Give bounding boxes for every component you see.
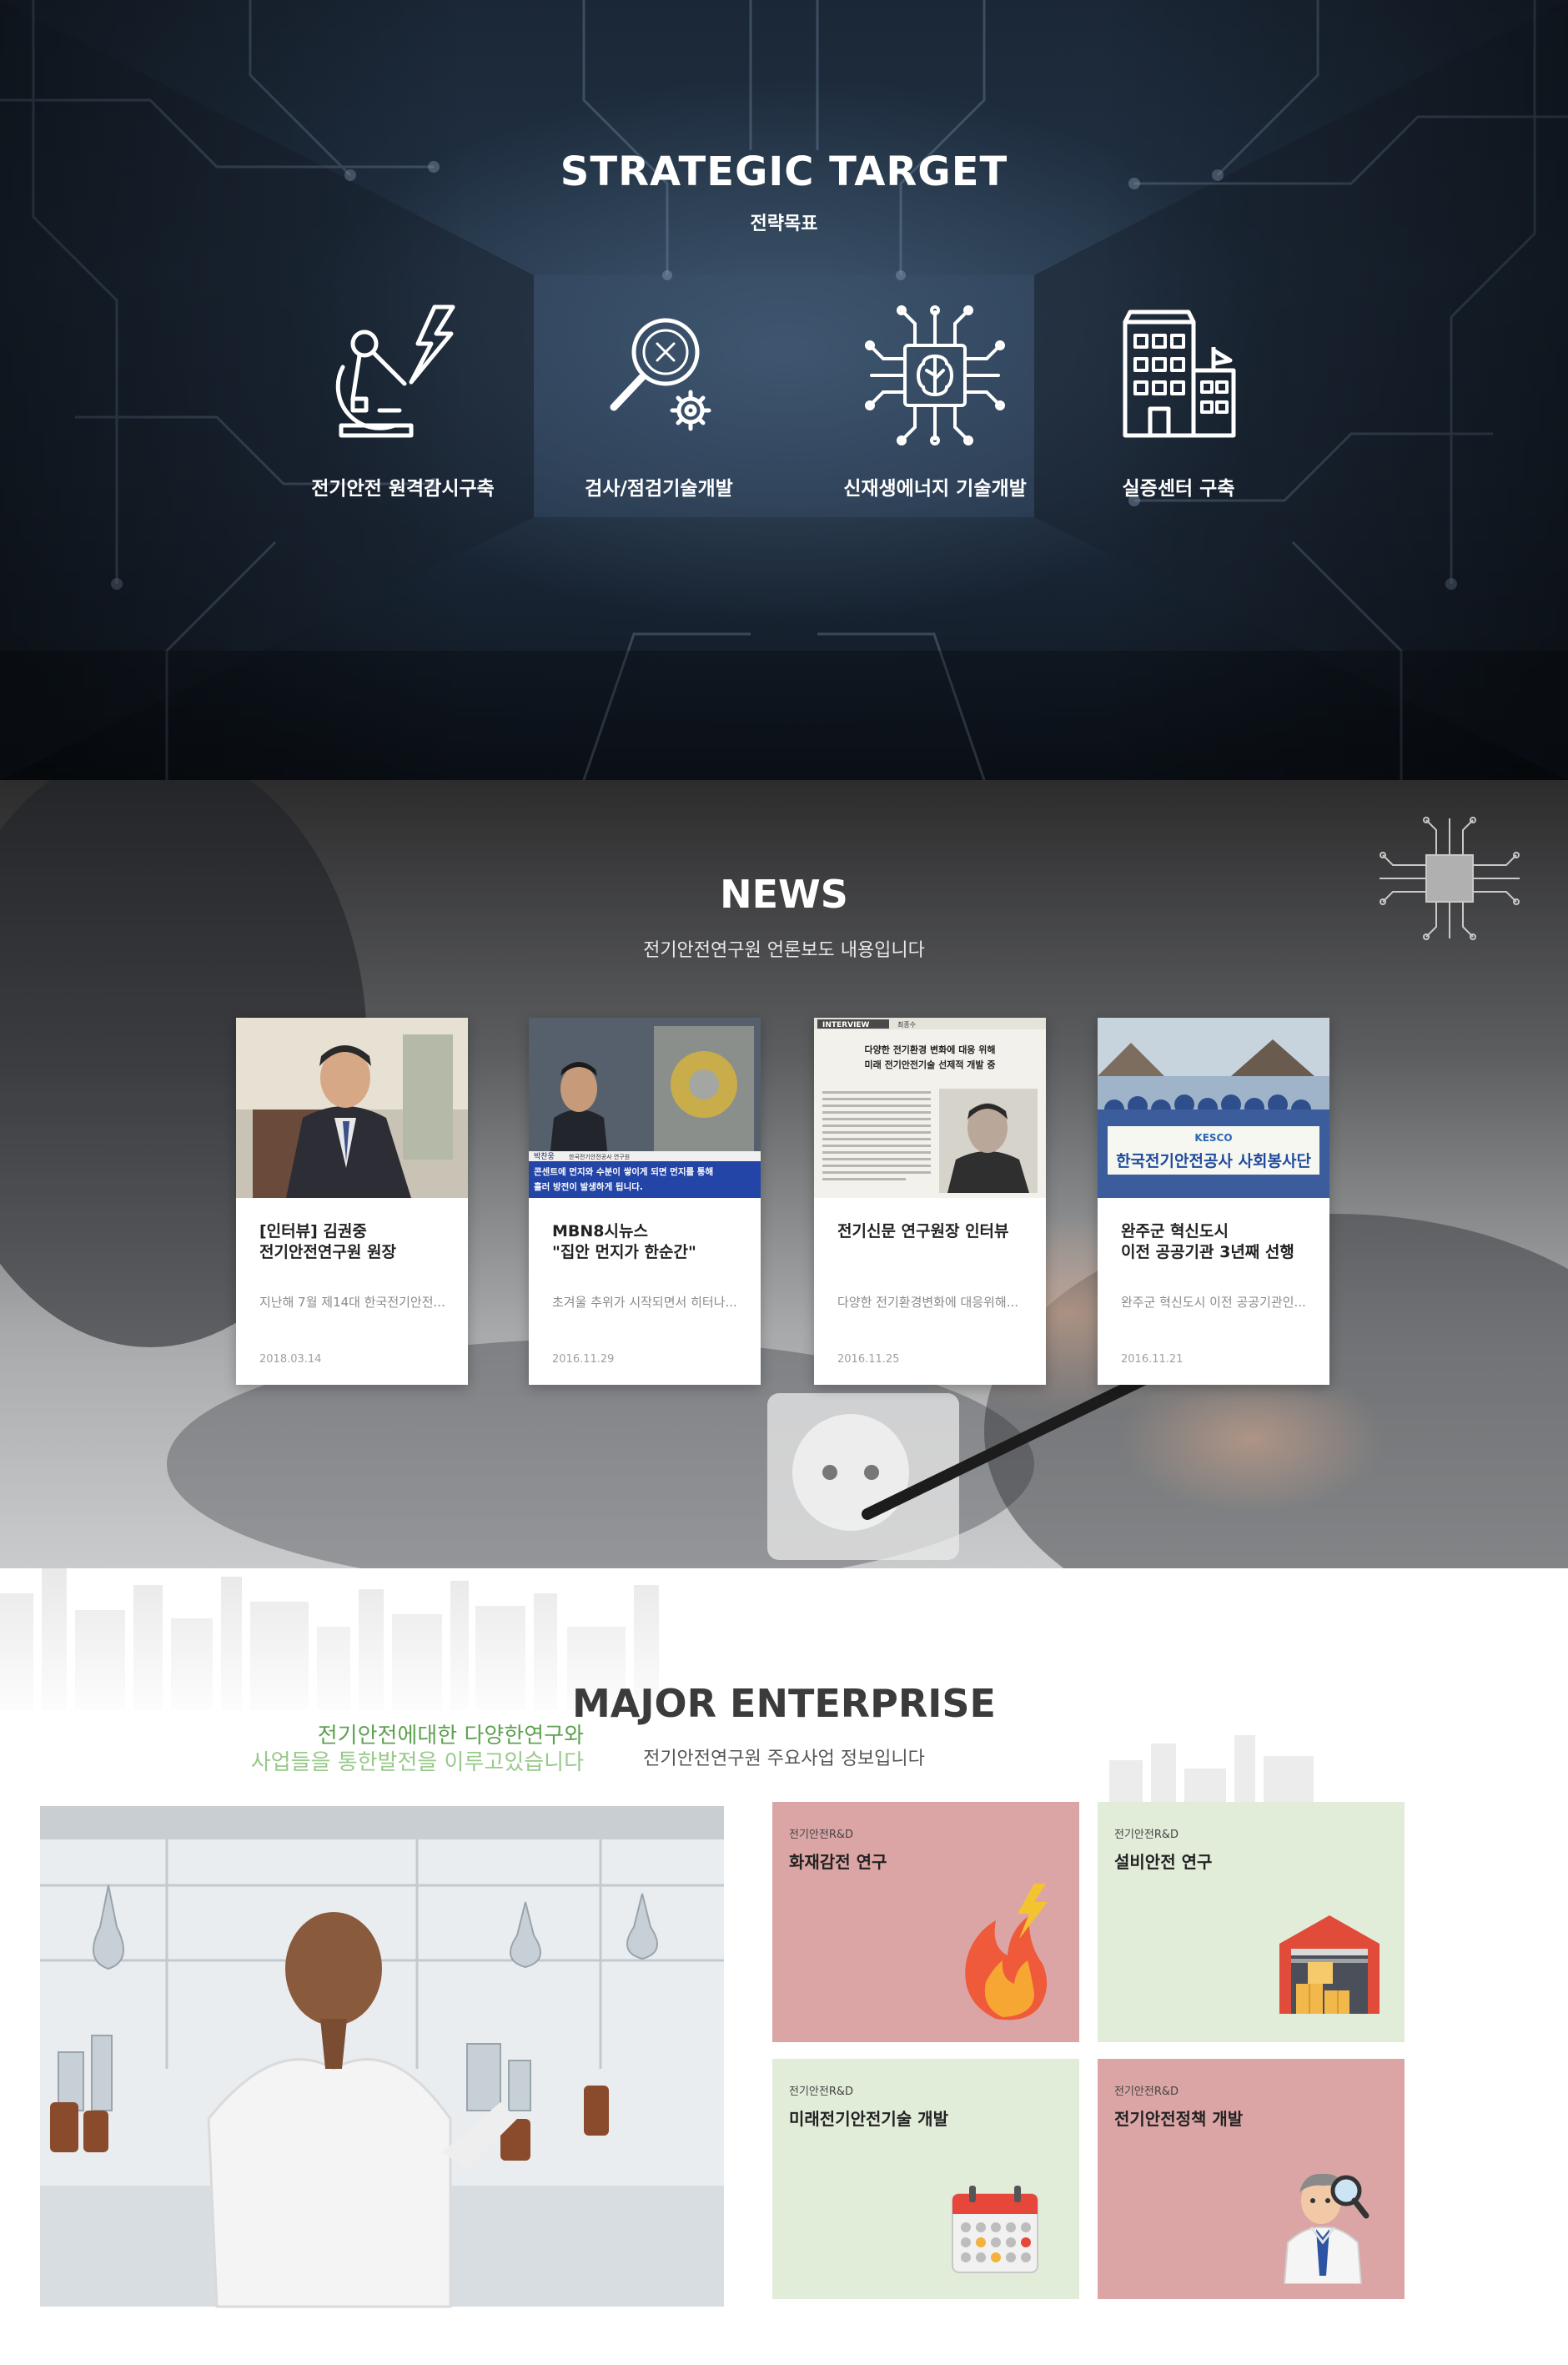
- enterprise-card-fire[interactable]: 전기안전R&D 화재감전 연구: [772, 1802, 1079, 2042]
- target-item-label: 신재생에너지 기술개발: [843, 478, 1027, 500]
- thumb-banner: 한국전기안전공사 사회봉사단: [1116, 1152, 1311, 1170]
- section-subtitle: 전기안전연구원 주요사업 정보입니다: [643, 1749, 925, 1769]
- target-item-label: 전기안전 원격감시구축: [311, 478, 495, 500]
- news-excerpt: 다양한 전기환경변화에 대응위해...: [837, 1295, 1019, 1310]
- microscope-lightning-icon: [335, 304, 455, 438]
- news-title: [인터뷰] 김권중 전기안전연구원 원장: [259, 1222, 396, 1261]
- enterprise-card-policy[interactable]: 전기안전R&D 전기안전정책 개발: [1098, 2059, 1405, 2299]
- card-category: 전기안전R&D: [789, 1829, 854, 1841]
- card-title: 설비안전 연구: [1114, 1852, 1213, 1872]
- section-title: NEWS: [720, 872, 848, 917]
- section-subtitle: 전기안전연구원 언론보도 내용입니다: [643, 940, 925, 961]
- card-title: 전기안전정책 개발: [1114, 2109, 1244, 2129]
- target-item-remote-monitoring: 전기안전 원격감시구축: [278, 300, 528, 501]
- fire-lightning-icon: [965, 1884, 1048, 2020]
- news-date: 2016.11.29: [552, 1353, 615, 1366]
- news-title: 완주군 혁신도시 이전 공공기관 3년째 선행: [1121, 1222, 1294, 1261]
- circuit-background: [0, 0, 1568, 780]
- strategic-target-section: STRATEGIC TARGET 전략목표 전기안전 원격감시구축 검사/점검기…: [0, 0, 1568, 780]
- news-title: 전기신문 연구원장 인터뷰: [837, 1222, 1009, 1240]
- warehouse-icon: [1279, 1915, 1380, 2014]
- section-subtitle: 전략목표: [750, 214, 818, 234]
- target-item-renewable: 신재생에너지 기술개발: [810, 300, 1060, 501]
- thumb-caption-org: 한국전기안전공사 연구원: [569, 1153, 630, 1160]
- major-enterprise-section: 전기안전에대한 다양한연구와 사업들을 통한발전을 이루고있습니다 MAJOR …: [0, 1568, 1568, 2365]
- thumb-headline: 미래 전기안전기술 선제적 개발 중: [865, 1059, 996, 1070]
- thumb-tag: INTERVIEW: [822, 1021, 870, 1029]
- card-title: 미래전기안전기술 개발: [789, 2109, 948, 2129]
- news-card[interactable]: [인터뷰] 김권중 전기안전연구원 원장 지난해 7월 제14대 한국전기안전.…: [236, 1018, 468, 1385]
- target-item-test-center: 실증센터 구축: [1053, 300, 1304, 501]
- thumb-caption-name: 박찬웅: [534, 1152, 555, 1161]
- news-thumbnail: 박찬웅 한국전기안전공사 연구원 콘센트에 먼지와 수분이 쌓이게 되면 먼지를…: [529, 1018, 761, 1198]
- target-item-inspection: 검사/점검기술개발: [534, 300, 784, 501]
- brain-chip-icon: [865, 305, 1005, 445]
- enterprise-card-future-tech[interactable]: 전기안전R&D 미래전기안전기술 개발: [772, 2059, 1079, 2299]
- thumb-name: 최종수: [897, 1020, 916, 1029]
- card-category: 전기안전R&D: [1114, 2086, 1179, 2098]
- news-excerpt: 초겨울 추위가 시작되면서 히터나...: [552, 1295, 737, 1310]
- thumb-logo: KESCO: [1194, 1132, 1232, 1144]
- news-thumbnail: KESCO 한국전기안전공사 사회봉사단: [1098, 1018, 1329, 1198]
- enterprise-card-facility[interactable]: 전기안전R&D 설비안전 연구: [1098, 1802, 1405, 2042]
- building-icon: [1123, 309, 1236, 438]
- news-thumbnail: [236, 1018, 468, 1198]
- magnifier-gear-icon: [610, 318, 711, 431]
- card-title: 화재감전 연구: [789, 1852, 887, 1872]
- news-excerpt: 완주군 혁신도시 이전 공공기관인...: [1121, 1295, 1306, 1310]
- inspector-icon: [1283, 2173, 1369, 2284]
- news-thumbnail: INTERVIEW 최종수 다양한 전기환경 변화에 대응 위해 미래 전기안전…: [814, 1018, 1046, 1198]
- card-category: 전기안전R&D: [789, 2086, 854, 2098]
- section-title: STRATEGIC TARGET: [560, 148, 1008, 195]
- news-card[interactable]: 박찬웅 한국전기안전공사 연구원 콘센트에 먼지와 수분이 쌓이게 되면 먼지를…: [529, 1018, 761, 1385]
- news-date: 2018.03.14: [259, 1353, 322, 1366]
- news-title: MBN8시뉴스 "집안 먼지가 한순간": [552, 1222, 696, 1261]
- news-excerpt: 지난해 7월 제14대 한국전기안전...: [259, 1295, 445, 1310]
- news-date: 2016.11.21: [1121, 1353, 1184, 1366]
- news-card[interactable]: INTERVIEW 최종수 다양한 전기환경 변화에 대응 위해 미래 전기안전…: [814, 1018, 1046, 1385]
- section-title: MAJOR ENTERPRISE: [572, 1681, 996, 1726]
- news-date: 2016.11.25: [837, 1353, 900, 1366]
- thumb-caption-line: 흘러 방전이 발생하게 됩니다.: [534, 1181, 643, 1192]
- calendar-icon: [952, 2186, 1038, 2273]
- target-item-label: 검사/점검기술개발: [585, 478, 733, 500]
- target-item-label: 실증센터 구축: [1122, 478, 1235, 500]
- card-category: 전기안전R&D: [1114, 1829, 1179, 1841]
- thumb-headline: 다양한 전기환경 변화에 대응 위해: [865, 1044, 996, 1055]
- news-section: NEWS 전기안전연구원 언론보도 내용입니다 [인터뷰] 김권중 전기안전연구…: [0, 780, 1568, 1568]
- thumb-caption-line: 콘센트에 먼지와 수분이 쌓이게 되면 먼지를 통해: [534, 1166, 713, 1177]
- news-card[interactable]: KESCO 한국전기안전공사 사회봉사단 완주군 혁신도시 이전 공공기관 3년…: [1098, 1018, 1329, 1385]
